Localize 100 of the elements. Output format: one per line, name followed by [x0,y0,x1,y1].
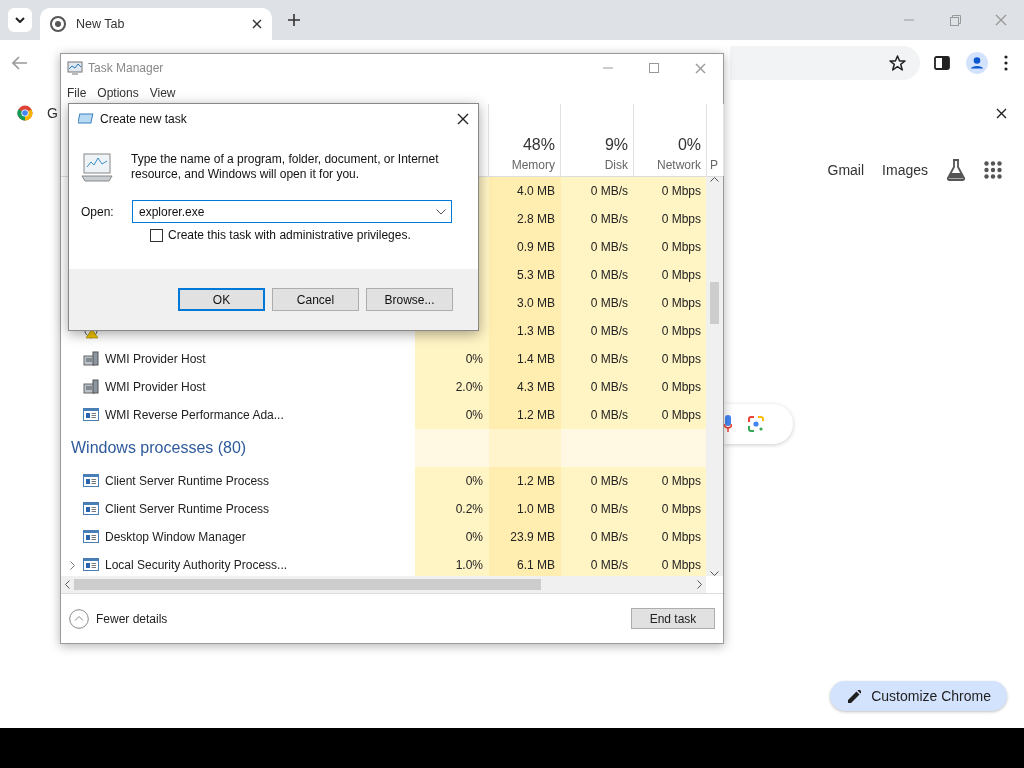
column-header[interactable]: 9% Disk [561,104,634,176]
scroll-left-icon[interactable] [65,580,70,589]
close-icon [252,19,262,29]
camera-lens-icon[interactable] [748,416,764,432]
back-arrow-icon[interactable] [12,56,28,70]
table-cell: 2.8 MB [489,205,561,233]
table-cell: 0 Mbps [634,233,707,261]
flask-icon[interactable] [946,159,966,181]
dialog-button[interactable]: Browse... [366,288,453,311]
table-cell: 0 Mbps [634,289,707,317]
process-name: Client Server Runtime Process [105,502,270,516]
scrollbar-thumb[interactable] [74,579,541,590]
apps-grid-icon[interactable] [984,161,1002,179]
app-window-icon [83,501,99,517]
column-usage: 9% [604,136,628,154]
table-cell: 0% [415,345,489,373]
open-combo-field[interactable]: explorer.exe [132,200,452,223]
table-cell: 0 Mbps [634,345,707,373]
table-cell: 0 MB/s [561,205,634,233]
dialog-message: Type the name of a program, folder, document, or Internet resource, and Windows will open it for you. [131,152,440,182]
browser-tab[interactable]: New Tab [40,8,272,40]
table-cell: 0 MB/s [561,261,634,289]
up-chevron-icon [69,608,89,629]
table-cell: 0% [415,467,489,495]
table-cell: 23.9 MB [489,523,561,551]
expand-chevron-icon[interactable] [69,560,75,570]
scroll-right-icon[interactable] [697,580,702,589]
table-cell: 0 Mbps [634,401,707,429]
table-cell: 1.3 MB [489,317,561,345]
app-window-icon [83,529,99,545]
header-link[interactable]: Images [882,162,928,178]
header-link[interactable]: Gmail [827,162,865,178]
column-label: P [710,158,718,172]
horizontal-scrollbar[interactable] [61,576,706,593]
app-window-icon [83,557,99,573]
table-cell: 1.2 MB [489,401,561,429]
scroll-up-icon[interactable] [710,177,719,182]
vertical-scrollbar[interactable] [706,177,723,576]
scrollbar-thumb[interactable] [710,282,719,324]
process-name: WMI Provider Host [105,380,206,394]
column-header[interactable]: P [707,104,724,176]
monitor-chart-icon [67,61,83,75]
dialog-button[interactable]: Cancel [272,288,359,311]
profile-icon[interactable] [966,52,988,74]
table-cell: 0 MB/s [561,495,634,523]
caret-icon [15,17,25,23]
table-cell: 0 MB/s [561,523,634,551]
table-cell: 0 Mbps [634,373,707,401]
server-icon [83,351,99,367]
maximize-icon[interactable] [649,63,659,73]
tab-search-button[interactable] [8,8,32,32]
table-cell: 0 MB/s [561,373,634,401]
server-icon [83,379,99,395]
column-header[interactable]: 48% Memory [489,104,561,176]
window-title: Task Manager [88,61,165,75]
chrome-logo-icon [50,16,66,32]
menu-item[interactable]: Options [97,86,139,100]
close-icon[interactable] [996,107,1007,119]
table-cell: 3.0 MB [489,289,561,317]
close-icon[interactable] [457,113,469,125]
table-cell: 0 Mbps [634,495,707,523]
table-cell: 0 Mbps [634,523,707,551]
customize-chrome-button[interactable]: Customize Chrome [830,681,1007,711]
table-cell: 4.3 MB [489,373,561,401]
table-cell: 0% [415,401,489,429]
dialog-button[interactable]: OK [178,288,265,311]
dropdown-caret-icon[interactable] [436,209,446,215]
table-cell: 0 Mbps [634,467,707,495]
table-cell: 0 MB/s [561,177,634,205]
checkbox-label: Create this task with administrative privileges. [168,228,411,242]
microphone-icon[interactable] [724,415,732,433]
table-cell: 5.3 MB [489,261,561,289]
table-cell: 0 Mbps [634,261,707,289]
menu-item[interactable]: File [67,86,87,100]
table-cell: 1.0 MB [489,495,561,523]
checkbox[interactable] [150,228,163,242]
table-cell: 0 MB/s [561,233,634,261]
column-header[interactable]: 0% Network [634,104,707,176]
chrome-logo-icon [17,105,33,121]
menu-item[interactable]: View [149,86,176,100]
app-window-icon [83,407,99,423]
fewer-details-button[interactable]: Fewer details [69,608,168,629]
table-cell: 0 MB/s [561,551,634,576]
run-window-icon [78,113,94,125]
process-name: Desktop Window Manager [105,530,246,544]
process-name: Client Server Runtime Process [105,474,270,488]
plus-icon [288,14,300,26]
infobar-text: G [47,105,58,121]
group-heading: Windows processes (80) [70,438,248,458]
table-cell: 0.9 MB [489,233,561,261]
table-cell: 1.2 MB [489,467,561,495]
star-icon[interactable] [889,55,906,71]
side-panel-icon[interactable] [934,56,950,70]
table-cell: 0 Mbps [634,177,707,205]
column-usage: 48% [522,136,555,154]
app-window-icon [83,473,99,489]
more-menu-icon[interactable] [1004,55,1008,71]
scroll-down-icon[interactable] [710,571,719,576]
table-cell: 0 Mbps [634,205,707,233]
end-task-button[interactable]: End task [631,608,715,629]
